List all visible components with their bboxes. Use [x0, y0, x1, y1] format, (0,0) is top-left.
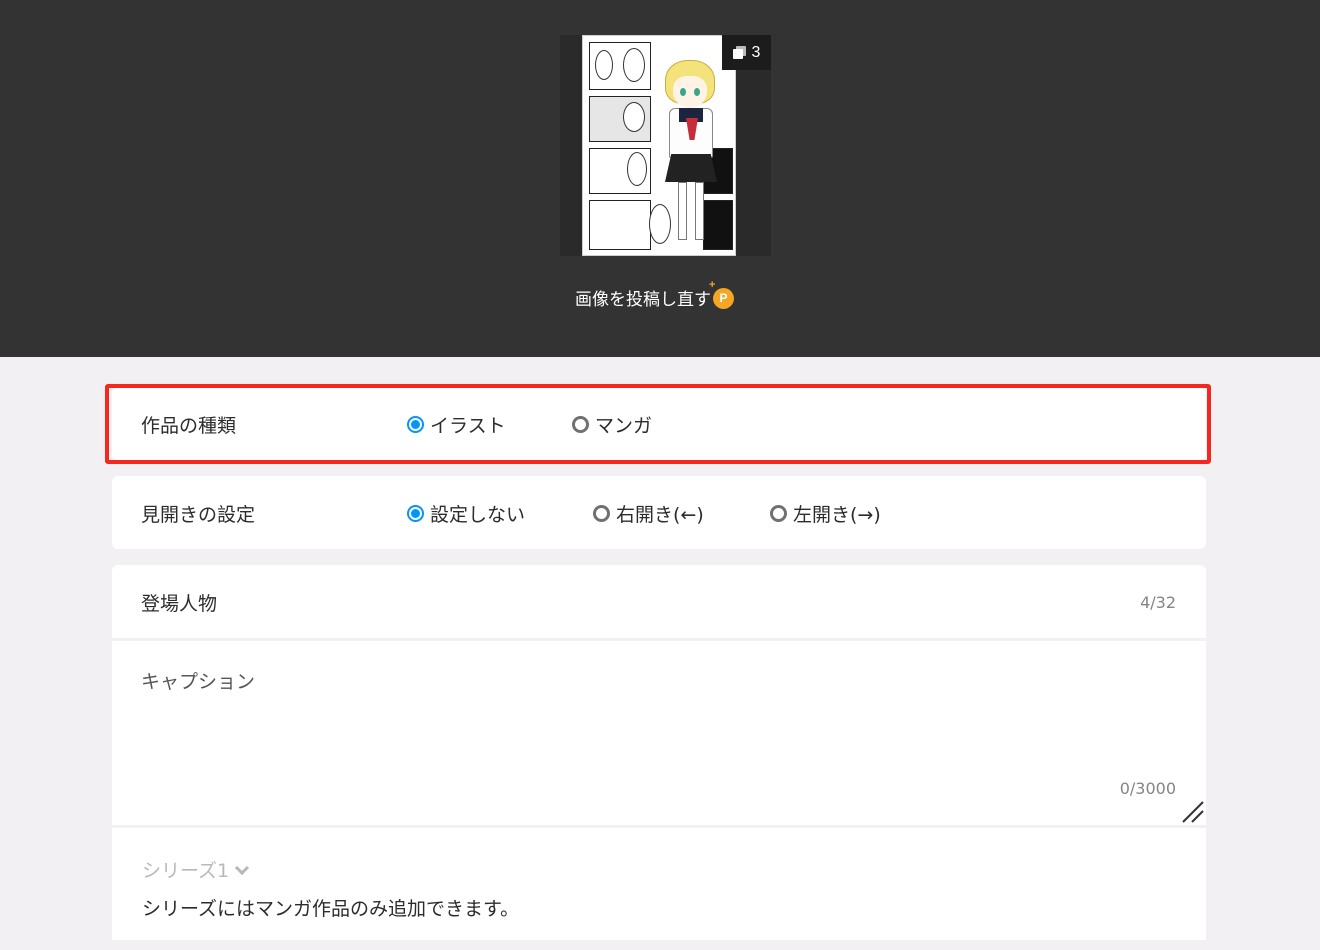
- spread-setting-label: 見開きの設定: [141, 504, 256, 526]
- work-type-label: 作品の種類: [141, 415, 237, 437]
- series-section: [112, 828, 1206, 940]
- spread-right-radio[interactable]: 右開き(←): [593, 500, 704, 527]
- characters-counter: 4/32: [1140, 593, 1176, 612]
- radio-unchecked-icon: [770, 505, 787, 522]
- series-dropdown[interactable]: シリーズ1: [142, 856, 250, 883]
- caption-counter: 0/3000: [1119, 779, 1176, 798]
- radio-unchecked-icon: [572, 416, 589, 433]
- spread-setting-row: 見開きの設定 設定しない 右開き(←) 左開き(→): [112, 476, 1206, 549]
- series-note: シリーズにはマンガ作品のみ追加できます。: [142, 898, 520, 920]
- series-selected: シリーズ1: [142, 860, 230, 882]
- resize-handle-icon[interactable]: [1181, 801, 1205, 823]
- characters-input[interactable]: 登場人物 4/32: [112, 565, 1206, 638]
- manga-thumbnail[interactable]: 3: [560, 35, 771, 256]
- work-type-row: 作品の種類 イラスト マンガ: [112, 388, 1206, 460]
- radio-checked-icon: [407, 416, 424, 433]
- caption-placeholder: キャプション: [141, 671, 256, 693]
- page-count: 3: [751, 43, 761, 61]
- characters-label: 登場人物: [141, 593, 218, 615]
- spread-left-label: 左開き(→): [793, 504, 881, 526]
- caption-textarea[interactable]: キャプション 0/3000: [112, 641, 1206, 825]
- radio-checked-icon: [407, 505, 424, 522]
- page-count-badge: 3: [722, 35, 771, 70]
- work-type-manga-radio[interactable]: マンガ: [572, 411, 652, 438]
- manga-page-image: [582, 35, 736, 256]
- radio-unchecked-icon: [593, 505, 610, 522]
- chevron-down-icon: [235, 860, 250, 875]
- spread-none-radio[interactable]: 設定しない: [407, 500, 525, 527]
- spread-right-label: 右開き(←): [616, 504, 704, 526]
- work-type-illust-radio[interactable]: イラスト: [407, 411, 506, 438]
- pages-icon: [732, 46, 746, 59]
- repost-label: 画像を投稿し直す: [575, 289, 711, 310]
- work-type-illust-label: イラスト: [430, 415, 506, 437]
- repost-image-button[interactable]: 画像を投稿し直す P: [575, 279, 734, 310]
- spread-none-label: 設定しない: [430, 504, 526, 526]
- premium-p-icon: P: [709, 279, 734, 309]
- work-type-manga-label: マンガ: [595, 415, 653, 437]
- spread-left-radio[interactable]: 左開き(→): [770, 500, 881, 527]
